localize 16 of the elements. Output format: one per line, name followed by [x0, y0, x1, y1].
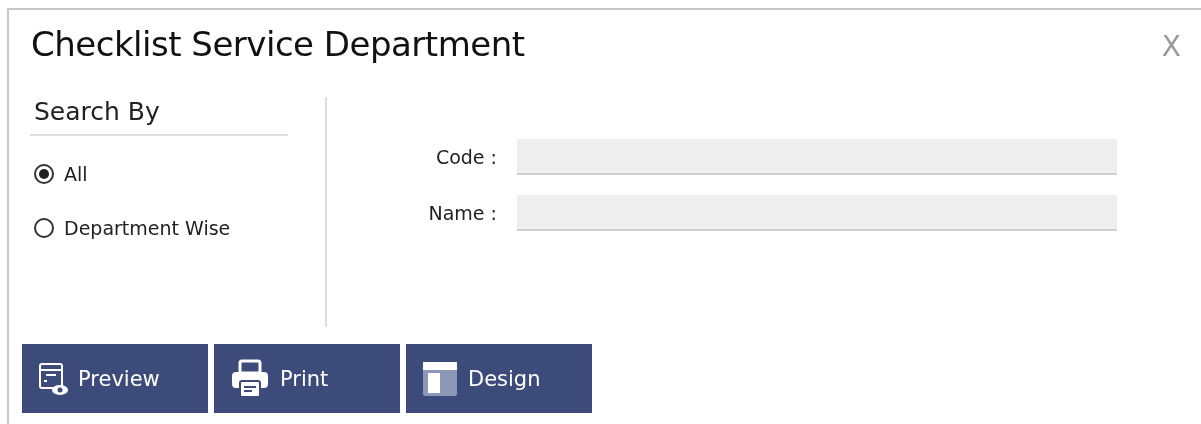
section-heading: Search By — [30, 97, 288, 136]
layout-icon — [422, 360, 458, 397]
dialog-title: Checklist Service Department — [31, 24, 525, 64]
field-label: Name : — [427, 202, 498, 224]
field-label: Code : — [434, 146, 498, 168]
radio-button[interactable] — [34, 218, 54, 238]
preview-icon — [38, 361, 68, 396]
input-field[interactable] — [517, 139, 1117, 175]
print-button[interactable]: Print — [214, 344, 400, 413]
input-field[interactable] — [517, 195, 1117, 231]
design-button[interactable]: Design — [406, 344, 592, 413]
printer-icon — [230, 358, 270, 399]
radio-label: Department Wise — [64, 217, 231, 239]
radio-button[interactable] — [34, 164, 54, 184]
radio-label: All — [64, 163, 88, 185]
preview-button[interactable]: Preview — [22, 344, 208, 413]
